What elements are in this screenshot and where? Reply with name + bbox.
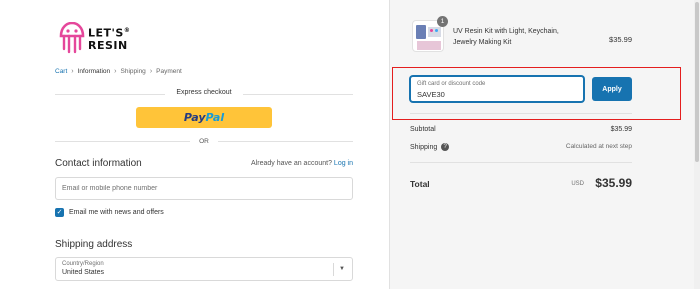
shipping-value: Calculated at next step: [565, 143, 632, 150]
subtotal-value: $35.99: [610, 126, 632, 133]
question-icon[interactable]: ?: [441, 143, 450, 151]
quantity-badge: 1: [437, 16, 448, 27]
shipping-label: Shipping: [410, 143, 438, 151]
breadcrumb-payment: Payment: [156, 68, 182, 75]
divider: [410, 162, 632, 163]
have-account-prompt: Already have an account? Log in: [251, 160, 353, 167]
divider: [333, 263, 334, 276]
have-account-text: Already have an account?: [251, 160, 332, 167]
or-separator: OR: [199, 138, 209, 145]
shipping-section-title: Shipping address: [55, 239, 133, 250]
chevron-down-icon: ▼: [339, 266, 345, 272]
total-currency: USD: [571, 181, 584, 187]
login-link[interactable]: Log in: [334, 160, 353, 167]
subtotal-label: Subtotal: [410, 126, 436, 133]
jellyfish-logo-icon: [59, 22, 85, 54]
scrollbar-thumb[interactable]: [695, 2, 699, 162]
divider: [410, 113, 632, 114]
product-name: UV Resin Kit with Light, Keychain, Jewel…: [453, 28, 559, 46]
express-checkout-section: Express checkout Pay Pal OR: [55, 88, 353, 148]
total-amount: $35.99: [595, 176, 632, 190]
newsletter-checkbox[interactable]: ✓: [55, 208, 64, 217]
total-label: Total: [410, 179, 430, 189]
breadcrumb: Cart › Information › Shipping › Payment: [55, 68, 182, 75]
country-select[interactable]: Country/Region United States ▼: [55, 257, 353, 281]
country-label: Country/Region: [62, 261, 104, 267]
breadcrumb-cart[interactable]: Cart: [55, 68, 67, 75]
paypal-logo-part1: Pay: [183, 111, 206, 124]
breadcrumb-information: Information: [77, 68, 111, 75]
chevron-right-icon: ›: [149, 68, 153, 75]
logo-line1: LET'S: [88, 26, 124, 40]
contact-section-title: Contact information: [55, 158, 142, 169]
scrollbar[interactable]: [694, 0, 700, 289]
product-price: $35.99: [609, 35, 632, 44]
chevron-right-icon: ›: [114, 68, 117, 75]
country-value: United States: [62, 269, 105, 276]
checkout-main-column: LET'S® RESIN Cart › Information › Shippi…: [0, 0, 389, 289]
express-checkout-title: Express checkout: [176, 89, 232, 96]
shipping-row: Shipping ? Calculated at next step: [410, 143, 632, 151]
paypal-logo-part2: Pal: [205, 111, 225, 124]
registered-mark: ®: [123, 27, 131, 34]
order-line-item: 1 UV Resin Kit with Light, Keychain, Jew…: [412, 16, 632, 58]
breadcrumb-shipping: Shipping: [120, 68, 146, 75]
discount-section: Gift card or discount code SAVE30 Apply: [410, 76, 632, 102]
logo-line2: RESIN: [88, 38, 128, 52]
subtotal-row: Subtotal $35.99: [410, 126, 632, 133]
newsletter-option[interactable]: ✓ Email me with news and offers: [55, 208, 164, 217]
discount-code-label: Gift card or discount code: [417, 81, 486, 87]
discount-code-value: SAVE30: [417, 90, 445, 99]
discount-code-field[interactable]: Gift card or discount code SAVE30: [410, 76, 584, 102]
apply-discount-button[interactable]: Apply: [592, 77, 632, 101]
paypal-button[interactable]: Pay Pal: [136, 107, 272, 128]
newsletter-label: Email me with news and offers: [69, 209, 164, 216]
store-logo-text: LET'S® RESIN: [88, 25, 130, 51]
store-logo[interactable]: LET'S® RESIN: [58, 22, 148, 56]
email-field[interactable]: [55, 177, 353, 200]
chevron-right-icon: ›: [71, 68, 74, 75]
